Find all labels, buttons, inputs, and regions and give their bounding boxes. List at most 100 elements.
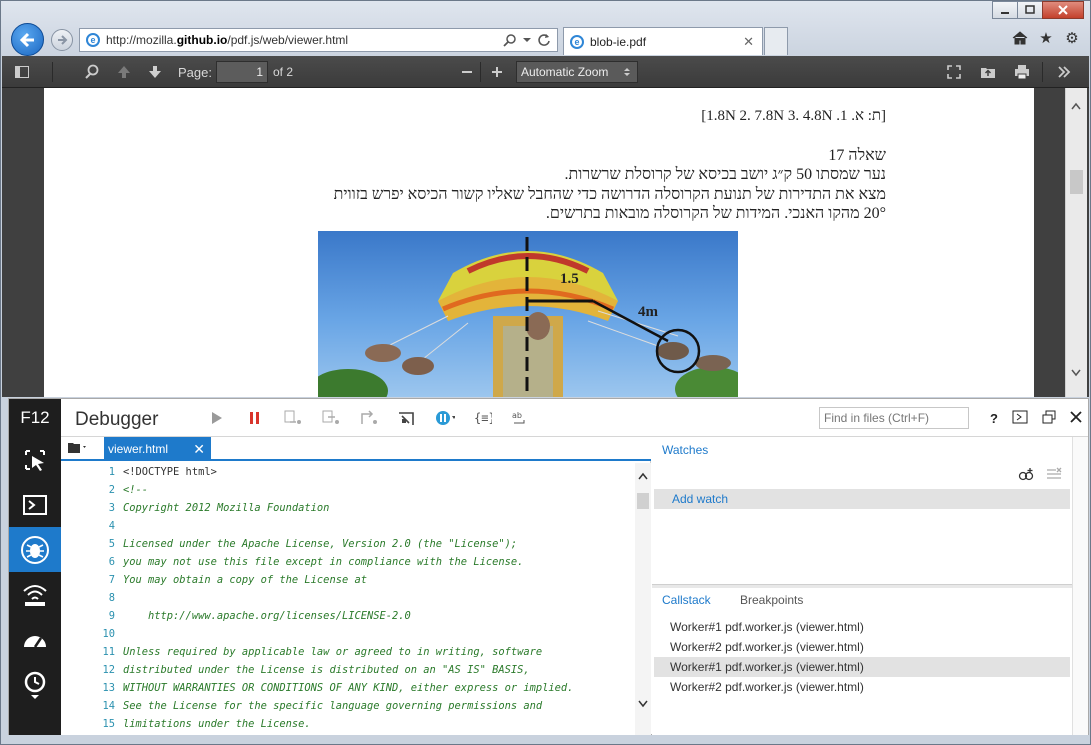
- line-number[interactable]: 3: [81, 499, 119, 517]
- line-number[interactable]: 13: [81, 679, 119, 697]
- callstack-frame[interactable]: Worker#2 pdf.worker.js (viewer.html): [654, 677, 1070, 697]
- code-line[interactable]: <!--: [123, 481, 633, 499]
- code-line[interactable]: you may not use this file except in comp…: [123, 553, 633, 571]
- step-into-button[interactable]: [283, 408, 303, 428]
- code-line[interactable]: Copyright 2012 Mozilla Foundation: [123, 499, 633, 517]
- memory-tab[interactable]: [9, 662, 61, 707]
- line-number[interactable]: 15: [81, 715, 119, 733]
- editor-scroll-down-icon[interactable]: [638, 697, 648, 711]
- tab-close-icon[interactable]: ✕: [743, 34, 754, 50]
- address-bar[interactable]: e http://mozilla.github.io/pdf.js/web/vi…: [79, 28, 558, 52]
- editor-scroll-up-icon[interactable]: [638, 469, 648, 483]
- line-number[interactable]: 9: [81, 607, 119, 625]
- refresh-icon[interactable]: [537, 33, 551, 47]
- pretty-print-button[interactable]: {≡}: [473, 408, 493, 428]
- code-line[interactable]: See the License for the specific languag…: [123, 697, 633, 715]
- line-number[interactable]: 6: [81, 553, 119, 571]
- line-number[interactable]: 7: [81, 571, 119, 589]
- line-number[interactable]: 1: [81, 463, 119, 481]
- open-document-button[interactable]: [67, 440, 89, 457]
- find-button[interactable]: [84, 56, 100, 88]
- add-watch-row[interactable]: Add watch: [654, 489, 1070, 509]
- forward-button[interactable]: [51, 29, 73, 51]
- back-button[interactable]: [11, 23, 44, 56]
- callstack-frame[interactable]: Worker#1 pdf.worker.js (viewer.html): [654, 657, 1070, 677]
- code-line[interactable]: You may obtain a copy of the License at: [123, 571, 633, 589]
- code-line[interactable]: Unless required by applicable law or agr…: [123, 643, 633, 661]
- add-watch-icon[interactable]: [1018, 467, 1034, 484]
- dropdown-arrow-icon[interactable]: [523, 36, 531, 44]
- break-on-new-worker-button[interactable]: [397, 408, 417, 428]
- search-icon[interactable]: [503, 33, 517, 47]
- file-tab-viewer-html[interactable]: viewer.html ✕: [104, 437, 211, 461]
- code-view[interactable]: <!DOCTYPE html> <!-- Copyright 2012 Mozill…: [123, 463, 633, 733]
- callstack-frame[interactable]: Worker#1 pdf.worker.js (viewer.html): [654, 617, 1070, 637]
- performance-tab[interactable]: [9, 617, 61, 662]
- line-number[interactable]: 2: [81, 481, 119, 499]
- new-tab-button[interactable]: [764, 27, 788, 55]
- console-tab[interactable]: [9, 482, 61, 527]
- code-line[interactable]: <!DOCTYPE html>: [123, 463, 633, 481]
- editor-scroll-thumb[interactable]: [637, 493, 649, 509]
- side-pane-scrollbar[interactable]: [1072, 437, 1088, 735]
- file-tab-close-icon[interactable]: ✕: [193, 441, 205, 458]
- debugger-tab[interactable]: [9, 527, 61, 572]
- zoom-out-button[interactable]: [460, 56, 474, 88]
- page-number-input[interactable]: 1: [216, 61, 268, 83]
- step-over-button[interactable]: [321, 408, 341, 428]
- favorites-star-icon[interactable]: ★: [1038, 30, 1054, 47]
- print-button[interactable]: [1014, 56, 1030, 88]
- console-toggle-button[interactable]: [1012, 410, 1028, 427]
- tools-menu-button[interactable]: [1056, 56, 1072, 88]
- close-devtools-button[interactable]: [1070, 410, 1082, 426]
- home-icon[interactable]: [1012, 30, 1028, 46]
- settings-gear-icon[interactable]: ⚙: [1064, 30, 1080, 47]
- break-button[interactable]: [245, 408, 265, 428]
- line-number[interactable]: 5: [81, 535, 119, 553]
- editor-scrollbar[interactable]: [635, 463, 651, 735]
- code-line[interactable]: distributed under the License is distrib…: [123, 661, 633, 679]
- line-number[interactable]: 10: [81, 625, 119, 643]
- callstack-frame[interactable]: Worker#2 pdf.worker.js (viewer.html): [654, 637, 1070, 657]
- breakpoints-tab[interactable]: Breakpoints: [740, 593, 803, 607]
- url-text[interactable]: http://mozilla.github.io/pdf.js/web/view…: [106, 33, 348, 47]
- line-number[interactable]: 12: [81, 661, 119, 679]
- network-tab[interactable]: [9, 572, 61, 617]
- watches-header[interactable]: Watches: [662, 443, 708, 457]
- document-scroll-thumb[interactable]: [1070, 170, 1083, 194]
- code-line[interactable]: [123, 517, 633, 535]
- help-button[interactable]: ?: [990, 411, 998, 426]
- line-number[interactable]: 14: [81, 697, 119, 715]
- dom-explorer-tab[interactable]: [9, 437, 61, 482]
- open-file-button[interactable]: [980, 56, 996, 88]
- next-page-button[interactable]: [147, 56, 163, 88]
- step-out-button[interactable]: [359, 408, 379, 428]
- zoom-in-button[interactable]: [490, 56, 504, 88]
- scroll-up-icon[interactable]: [1071, 102, 1081, 113]
- code-line[interactable]: Licensed under the Apache License, Versi…: [123, 535, 633, 553]
- close-window-button[interactable]: [1042, 1, 1084, 19]
- find-in-files-input[interactable]: Find in files (Ctrl+F): [819, 407, 969, 429]
- sidebar-toggle-button[interactable]: [14, 56, 30, 88]
- line-number[interactable]: 11: [81, 643, 119, 661]
- scroll-down-icon[interactable]: [1071, 369, 1081, 380]
- line-number[interactable]: 4: [81, 517, 119, 535]
- previous-page-button[interactable]: [116, 56, 132, 88]
- zoom-select[interactable]: Automatic Zoom: [516, 61, 638, 83]
- delete-all-watches-icon[interactable]: [1046, 467, 1062, 484]
- code-line[interactable]: http://www.apache.org/licenses/LICENSE-2…: [123, 607, 633, 625]
- pane-divider[interactable]: [652, 584, 1088, 588]
- maximize-button[interactable]: [1017, 1, 1043, 19]
- code-line[interactable]: limitations under the License.: [123, 715, 633, 733]
- continue-button[interactable]: [207, 408, 227, 428]
- line-number[interactable]: 8: [81, 589, 119, 607]
- minimize-button[interactable]: [992, 1, 1018, 19]
- exceptions-button[interactable]: [435, 408, 455, 428]
- code-line[interactable]: [123, 589, 633, 607]
- browser-tab[interactable]: e blob-ie.pdf ✕: [563, 27, 763, 55]
- document-scrollbar[interactable]: [1065, 88, 1087, 397]
- document-viewer[interactable]: [ת: א. 1. 1.8N 2. 7.8N 3. 4.8N] שאלה 17 …: [2, 88, 1089, 397]
- presentation-mode-button[interactable]: [946, 56, 962, 88]
- word-wrap-button[interactable]: ab: [511, 408, 531, 428]
- undock-button[interactable]: [1042, 410, 1056, 427]
